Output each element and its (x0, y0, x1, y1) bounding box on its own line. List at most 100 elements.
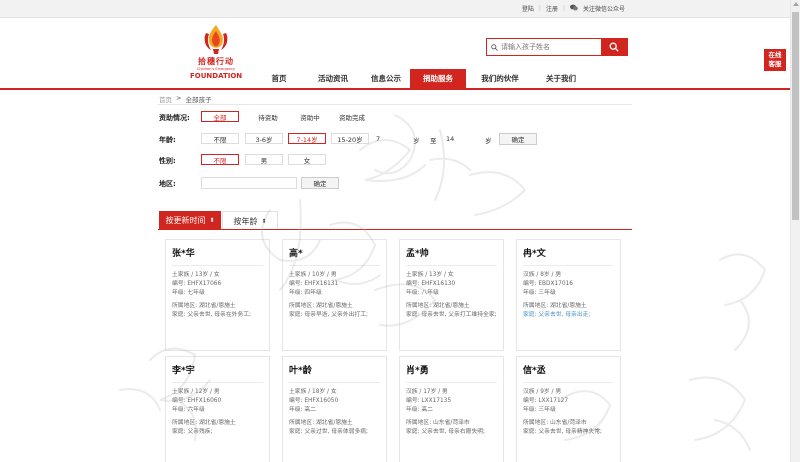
child-family: 家庭: 母亲去世, 父亲打工维持全家; (406, 312, 497, 318)
scrollbar[interactable] (790, 0, 800, 462)
child-id: 编号: EHFX17066 (172, 281, 222, 287)
region-confirm-button[interactable]: 确定 (301, 177, 339, 189)
nav-item-partners[interactable]: 我们的伙伴 (466, 69, 534, 88)
scrollbar-thumb[interactable] (792, 12, 799, 220)
card-divider (406, 382, 497, 383)
site-logo[interactable]: 拾穗行动 Children's Emergency FOUNDATION (190, 23, 243, 83)
filter-status-pending[interactable]: 待资助 (248, 111, 288, 122)
card-divider (289, 382, 380, 383)
logo-text-en: FOUNDATION (190, 72, 243, 80)
header: 拾穗行动 Children's Emergency FOUNDATION 首页 … (0, 18, 800, 88)
child-id: 编号: EHFX16130 (406, 281, 456, 287)
child-name[interactable]: 高* (289, 246, 380, 259)
sort-by-update-label: 按更新时间 (165, 216, 206, 225)
child-grade: 年级: 七年级 (172, 290, 205, 296)
child-name[interactable]: 肖*勇 (406, 363, 497, 376)
wechat-icon (569, 4, 578, 13)
child-name[interactable]: 张*华 (172, 246, 263, 259)
nav-item-donation[interactable]: 捐助服务 (410, 69, 466, 88)
sort-by-update-tab[interactable]: 按更新时间 ⬍ (159, 211, 221, 230)
service-label-line2: 客服 (768, 60, 782, 68)
child-name[interactable]: 冉*文 (523, 246, 614, 259)
age-to-input[interactable]: 14 (446, 135, 454, 143)
child-grade: 年级: 高二 (406, 407, 433, 413)
child-meta: 土家族 / 10岁 / 男 (289, 272, 337, 278)
child-name[interactable]: 信*丞 (523, 363, 614, 376)
age-to-unit: 岁 (485, 137, 492, 145)
child-name[interactable]: 李*宇 (172, 363, 263, 376)
child-id: 编号: EHFX16131 (289, 281, 339, 287)
child-card[interactable]: 李*宇 土家族 / 12岁 / 男编号: EHFX16060 年级: 六年级 所属地区… (165, 356, 270, 462)
login-link[interactable]: 登陆 (522, 4, 534, 13)
filter-label-region: 地区: (159, 180, 176, 188)
child-family: 家庭: 父亲去世, 母亲精神失常; (523, 429, 602, 435)
child-card[interactable]: 信*丞 汉族 / 9岁 / 男编号: LXX17127 年级: 三年级 所属地区: 山… (516, 356, 621, 462)
child-card[interactable]: 孟*帅 土家族 / 13岁 / 女编号: EHFX16130 年级: 八年级 所属地区… (399, 239, 504, 351)
child-region: 所属地区: 湖北省/恩施土 (289, 420, 353, 426)
sort-arrows-icon: ⬍ (209, 217, 215, 224)
filter-status-all[interactable]: 全部 (201, 111, 239, 122)
filter-label-status: 资助情况: (159, 114, 190, 122)
filter-status-done[interactable]: 资助完成 (333, 111, 371, 122)
child-family: 家庭: 父亲残疾; (172, 429, 213, 435)
search-box (486, 38, 628, 56)
filter-gender-any[interactable]: 不限 (201, 154, 239, 165)
filter-gender-male[interactable]: 男 (245, 154, 283, 165)
search-input[interactable] (501, 39, 601, 55)
child-id: 编号: EBDX17016 (523, 281, 573, 287)
child-card[interactable]: 冉*文 汉族 / 8岁 / 男编号: EBDX17016 年级: 三年级 所属地区: … (516, 239, 621, 351)
child-meta: 土家族 / 12岁 / 男 (172, 389, 220, 395)
divider: | (538, 5, 541, 12)
child-meta: 汉族 / 17岁 / 男 (406, 389, 448, 395)
child-family: 家庭: 母亲早逝, 父亲外出打工; (289, 312, 368, 318)
child-family: 家庭: 父亲去世, 母亲在外务工; (172, 312, 251, 318)
child-card[interactable]: 肖*勇 汉族 / 17岁 / 男编号: LXX17135 年级: 高二 所属地区: 山… (399, 356, 504, 462)
card-divider (289, 265, 380, 266)
nav-item-about[interactable]: 关于我们 (534, 69, 588, 88)
age-to-label: 至 (430, 137, 437, 145)
filter-age-any[interactable]: 不限 (201, 133, 239, 144)
child-region: 所属地区: 山东省/菏泽市 (523, 420, 587, 426)
search-button[interactable] (601, 39, 627, 55)
wechat-follow-link[interactable]: 关注微信公众号 (583, 4, 625, 13)
online-service-button[interactable]: 在线 客服 (764, 49, 786, 71)
child-meta: 土家族 / 13岁 / 女 (172, 272, 220, 278)
child-family: 家庭: 父亲去世, 母亲右眼失明; (406, 429, 485, 435)
region-input[interactable] (201, 177, 297, 189)
top-links: 登陆 | 注册 | 关注微信公众号 (522, 4, 625, 13)
nav-item-news[interactable]: 活动资讯 (304, 69, 362, 88)
flame-logo-icon (204, 25, 228, 54)
sort-underline (158, 229, 632, 230)
child-card[interactable]: 张*华土家族 / 13岁 / 女编号: EHFX17066 年级: 七年级所属地区… (165, 239, 270, 351)
sort-by-age-tab[interactable]: 按年龄 ⬍ (222, 211, 278, 230)
child-grade: 年级: 三年级 (523, 290, 556, 296)
child-name[interactable]: 叶*龄 (289, 363, 380, 376)
service-label-line1: 在线 (768, 51, 782, 59)
nav-item-disclosure[interactable]: 信息公示 (362, 69, 410, 88)
filter-age-7-14[interactable]: 7-14岁 (288, 133, 326, 144)
scroll-up-arrow-icon[interactable] (793, 2, 799, 6)
child-grade: 年级: 三年级 (523, 407, 556, 413)
child-meta: 汉族 / 9岁 / 男 (523, 389, 562, 395)
filter-age-15-20[interactable]: 15-20岁 (331, 133, 369, 144)
child-card[interactable]: 高* 土家族 / 10岁 / 男编号: EHFX16131 年级: 四年级 所属地区:… (282, 239, 387, 351)
breadcrumb-home[interactable]: 首页 (159, 94, 172, 104)
child-card[interactable]: 叶*龄 土家族 / 18岁 / 女编号: EHFX16050 年级: 高二 所属地区:… (282, 356, 387, 462)
filter-age-3-6[interactable]: 3-6岁 (245, 133, 283, 144)
age-from-input[interactable]: 7 (376, 135, 380, 143)
breadcrumb-divider (158, 104, 632, 105)
child-id: 编号: LXX17135 (406, 398, 452, 404)
child-region: 所属地区: 湖北省/恩施土 (172, 303, 236, 309)
card-divider (523, 382, 614, 383)
breadcrumb: 首页 > 全部孩子 (159, 94, 211, 104)
nav-item-home[interactable]: 首页 (254, 69, 304, 88)
divider: | (562, 5, 565, 12)
filter-gender-female[interactable]: 女 (288, 154, 326, 165)
child-name[interactable]: 孟*帅 (406, 246, 497, 259)
child-grade: 年级: 四年级 (289, 290, 322, 296)
age-confirm-button[interactable]: 确定 (499, 133, 537, 145)
register-link[interactable]: 注册 (546, 4, 558, 13)
card-divider (406, 265, 497, 266)
logo-text-cn: 拾穗行动 (198, 57, 234, 66)
filter-status-funding[interactable]: 资助中 (293, 111, 327, 122)
